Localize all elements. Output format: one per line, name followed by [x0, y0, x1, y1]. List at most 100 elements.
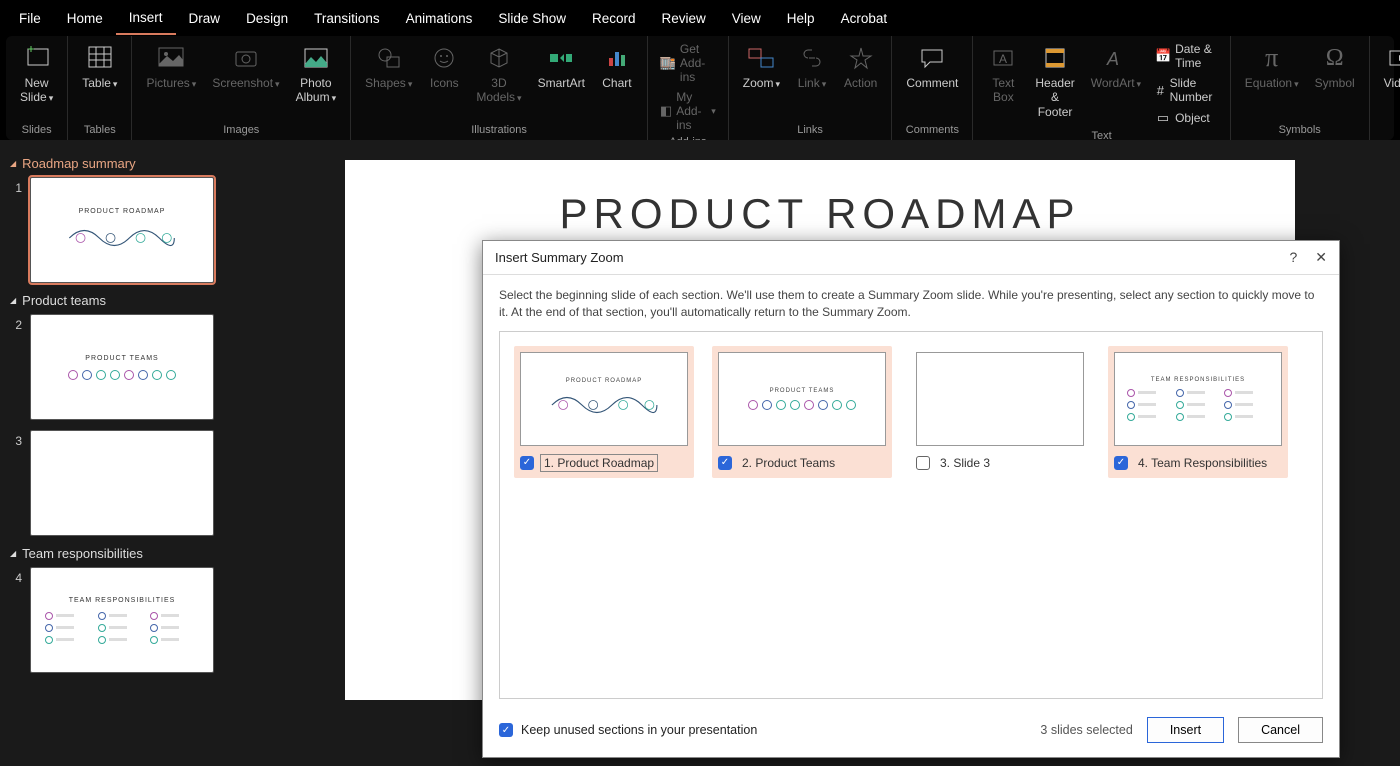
slide-thumbnail-panel[interactable]: Roadmap summary1PRODUCT ROADMAPProduct t… [0, 140, 240, 766]
photo-album-button[interactable]: Photo Album [290, 40, 343, 107]
insert-button[interactable]: Insert [1147, 717, 1224, 743]
zoom-icon [745, 42, 777, 74]
group-label-tables: Tables [84, 122, 116, 138]
menu-tab-file[interactable]: File [6, 3, 54, 34]
ribbon-group-comments: Comment Comments [892, 36, 973, 140]
menu-tab-transitions[interactable]: Transitions [301, 3, 393, 34]
object-button[interactable]: ▭Object [1151, 108, 1222, 128]
group-label-links: Links [797, 122, 823, 138]
photo-album-icon [300, 42, 332, 74]
svg-text:A: A [999, 52, 1007, 66]
ribbon-group-media: Video [1370, 36, 1400, 140]
comment-button[interactable]: Comment [900, 40, 964, 92]
date-time-button[interactable]: 📅Date & Time [1151, 40, 1222, 72]
menu-tab-view[interactable]: View [719, 3, 774, 34]
option-label: 3. Slide 3 [936, 454, 994, 472]
textbox-button[interactable]: AText Box [981, 40, 1025, 107]
icons-button[interactable]: Icons [422, 40, 466, 92]
3d-models-button[interactable]: 3D Models [470, 40, 527, 107]
slide-number: 4 [10, 567, 22, 585]
menu-tab-design[interactable]: Design [233, 3, 301, 34]
ribbon-group-illustrations: Shapes Icons 3D Models SmartArt Chart Il… [351, 36, 648, 140]
insert-summary-zoom-dialog: Insert Summary Zoom ? ✕ Select the begin… [482, 240, 1340, 758]
comment-icon [916, 42, 948, 74]
action-button[interactable]: Action [838, 40, 883, 92]
screenshot-button[interactable]: Screenshot [206, 40, 285, 92]
cancel-button[interactable]: Cancel [1238, 717, 1323, 743]
group-label-comments: Comments [906, 122, 959, 138]
option-label: 1. Product Roadmap [540, 454, 658, 472]
menu-tab-draw[interactable]: Draw [176, 3, 234, 34]
slide-thumbnail[interactable]: TEAM RESPONSIBILITIES [30, 567, 214, 673]
new-slide-button[interactable]: New Slide [14, 40, 59, 107]
get-addins-button[interactable]: 🏬Get Add-ins [656, 40, 720, 86]
header-footer-button[interactable]: Header & Footer [1029, 40, 1080, 121]
option-checkbox[interactable] [916, 456, 930, 470]
slide-thumbnail[interactable]: PRODUCT TEAMS [30, 314, 214, 420]
dialog-close-button[interactable]: ✕ [1315, 249, 1327, 266]
pictures-button[interactable]: Pictures [140, 40, 202, 92]
link-icon [796, 42, 828, 74]
section-header[interactable]: Team responsibilities [10, 546, 230, 561]
zoom-button[interactable]: Zoom [737, 40, 786, 92]
menu-tab-record[interactable]: Record [579, 3, 649, 34]
slide-thumbnail[interactable]: PRODUCT ROADMAP [30, 177, 214, 283]
menu-tab-help[interactable]: Help [774, 3, 828, 34]
menu-tab-insert[interactable]: Insert [116, 2, 176, 35]
smartart-button[interactable]: SmartArt [532, 40, 591, 92]
dialog-footer: ✓ Keep unused sections in your presentat… [483, 707, 1339, 757]
ribbon-group-addins: 🏬Get Add-ins ◧My Add-ins▾ Add-ins [648, 36, 729, 140]
option-label: 4. Team Responsibilities [1134, 454, 1271, 472]
slide-thumbnail-row: 3 [10, 430, 230, 536]
chart-icon [601, 42, 633, 74]
ribbon: New Slide Slides Table Tables Pictures S… [6, 36, 1394, 140]
my-addins-button[interactable]: ◧My Add-ins▾ [656, 88, 720, 134]
group-label-slides: Slides [22, 122, 52, 138]
wordart-icon: A [1100, 42, 1132, 74]
slide-number: 3 [10, 430, 22, 448]
video-button[interactable]: Video [1378, 40, 1400, 92]
menu-bar: FileHomeInsertDrawDesignTransitionsAnima… [0, 0, 1400, 36]
option-checkbox[interactable] [718, 456, 732, 470]
wordart-button[interactable]: AWordArt [1085, 40, 1147, 92]
svg-text:A: A [1106, 49, 1119, 69]
zoom-slide-option[interactable]: PRODUCT ROADMAP1. Product Roadmap [514, 346, 694, 478]
table-button[interactable]: Table [76, 40, 123, 92]
object-icon: ▭ [1155, 110, 1171, 126]
dialog-header: Insert Summary Zoom ? ✕ [483, 241, 1339, 275]
symbol-icon: Ω [1319, 42, 1351, 74]
addin-icon: ◧ [660, 103, 672, 119]
group-label-symbols: Symbols [1279, 122, 1321, 138]
header-footer-icon [1039, 42, 1071, 74]
menu-tab-home[interactable]: Home [54, 3, 116, 34]
zoom-slide-option[interactable]: 3. Slide 3 [910, 346, 1090, 478]
option-checkbox[interactable] [1114, 456, 1128, 470]
slide-title[interactable]: PRODUCT ROADMAP [395, 190, 1245, 238]
chart-button[interactable]: Chart [595, 40, 639, 92]
option-checkbox[interactable] [520, 456, 534, 470]
shapes-button[interactable]: Shapes [359, 40, 418, 92]
menu-tab-review[interactable]: Review [649, 3, 719, 34]
slide-thumbnail[interactable] [30, 430, 214, 536]
section-header[interactable]: Product teams [10, 293, 230, 308]
link-button[interactable]: Link [790, 40, 834, 92]
zoom-slide-option[interactable]: TEAM RESPONSIBILITIES4. Team Responsibil… [1108, 346, 1288, 478]
zoom-slide-option[interactable]: PRODUCT TEAMS2. Product Teams [712, 346, 892, 478]
dialog-help-button[interactable]: ? [1289, 249, 1297, 266]
symbol-button[interactable]: ΩSymbol [1309, 40, 1361, 92]
slide-number: 2 [10, 314, 22, 332]
menu-tab-animations[interactable]: Animations [393, 3, 486, 34]
keep-sections-checkbox[interactable]: ✓ [499, 723, 513, 737]
menu-tab-slide-show[interactable]: Slide Show [485, 3, 579, 34]
ribbon-group-tables: Table Tables [68, 36, 132, 140]
shapes-icon [373, 42, 405, 74]
table-icon [84, 42, 116, 74]
slide-thumbnail-row: 4 TEAM RESPONSIBILITIES [10, 567, 230, 673]
hash-icon: # [1155, 82, 1166, 98]
slide-thumbnail-row: 2 PRODUCT TEAMS [10, 314, 230, 420]
slide-number-button[interactable]: #Slide Number [1151, 74, 1222, 106]
equation-button[interactable]: πEquation [1239, 40, 1305, 92]
action-icon [845, 42, 877, 74]
section-header[interactable]: Roadmap summary [10, 156, 230, 171]
menu-tab-acrobat[interactable]: Acrobat [828, 3, 901, 34]
